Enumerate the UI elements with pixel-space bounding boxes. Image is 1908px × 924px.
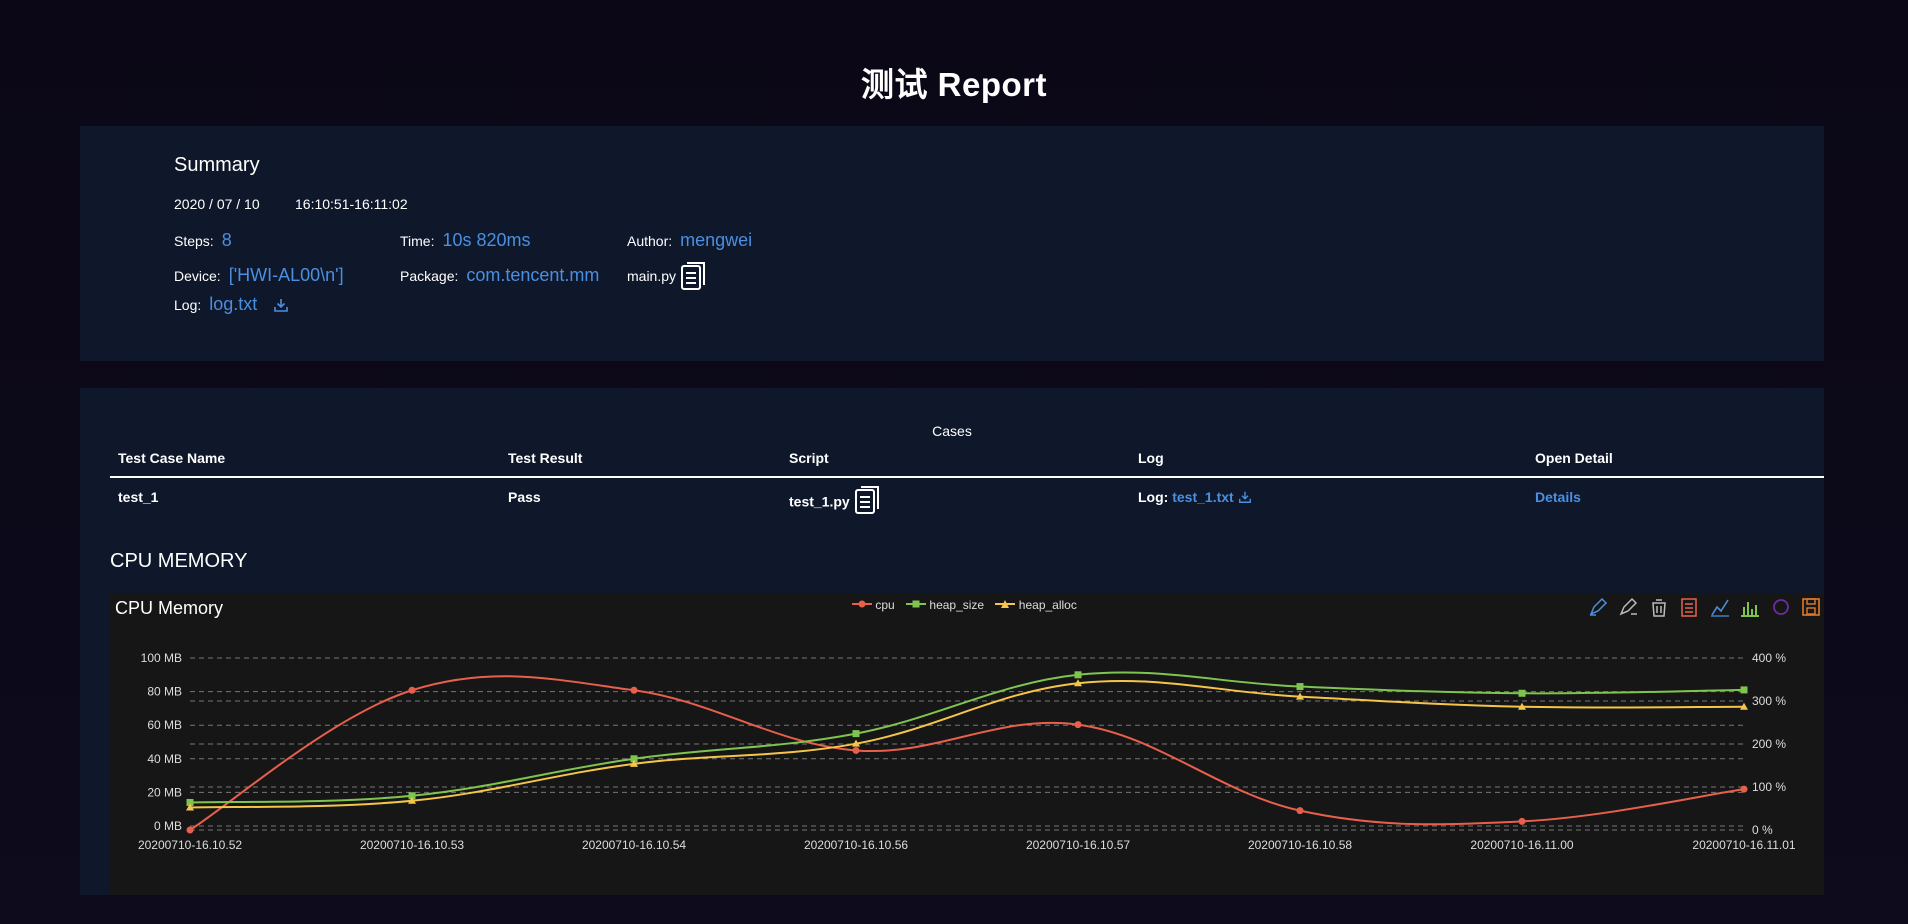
summary-date: 2020 / 07 / 10 bbox=[174, 196, 260, 212]
device-label: Device: bbox=[174, 268, 221, 284]
x-axis-tick-label: 20200710-16.10.52 bbox=[138, 838, 242, 852]
header-log: Log bbox=[1138, 450, 1164, 466]
data-point-cpu bbox=[630, 686, 638, 694]
summary-time-range: 16:10:51-16:11:02 bbox=[295, 196, 408, 212]
steps-label: Steps: bbox=[174, 233, 214, 249]
author-field: Author: mengwei bbox=[627, 230, 752, 251]
device-field: Device: ['HWI-AL00\n'] bbox=[174, 265, 344, 286]
author-value: mengwei bbox=[680, 230, 753, 250]
case-log-label: Log: bbox=[1138, 489, 1169, 505]
case-result: Pass bbox=[508, 489, 541, 505]
x-axis-tick-label: 20200710-16.10.56 bbox=[804, 838, 908, 852]
header-script: Script bbox=[789, 450, 829, 466]
data-point-cpu bbox=[408, 686, 416, 694]
case-log-link[interactable]: test_1.txt bbox=[1172, 489, 1233, 505]
series-line-cpu bbox=[189, 675, 1745, 831]
data-point-cpu bbox=[1074, 721, 1082, 729]
summary-panel: Summary 2020 / 07 / 10 16:10:51-16:11:02… bbox=[80, 126, 1824, 361]
data-point-heap-size bbox=[852, 730, 860, 738]
package-field: Package: com.tencent.mm bbox=[400, 265, 599, 286]
x-axis-tick-label: 20200710-16.10.58 bbox=[1248, 838, 1352, 852]
data-point-cpu bbox=[1518, 817, 1526, 825]
y-axis-tick-label-right: 200 % bbox=[1752, 737, 1786, 751]
y-axis-tick-label-right: 400 % bbox=[1752, 651, 1786, 665]
x-axis-tick-label: 20200710-16.10.57 bbox=[1026, 838, 1130, 852]
header-test-result: Test Result bbox=[508, 450, 583, 466]
time-field: Time: 10s 820ms bbox=[400, 230, 531, 251]
log-label: Log: bbox=[174, 297, 202, 313]
case-details-link[interactable]: Details bbox=[1535, 489, 1581, 505]
cases-caption: Cases bbox=[932, 423, 972, 439]
x-axis-tick-label: 20200710-16.11.00 bbox=[1470, 838, 1574, 852]
steps-value: 8 bbox=[221, 230, 232, 250]
case-script: test_1.py bbox=[789, 485, 882, 518]
y-axis-tick-label-right: 100 % bbox=[1752, 780, 1786, 794]
header-open-detail: Open Detail bbox=[1535, 450, 1613, 466]
main-script-field: main.py bbox=[627, 261, 708, 294]
time-label: Time: bbox=[400, 233, 435, 249]
y-axis-tick-label-left: 80 MB bbox=[147, 685, 182, 699]
summary-title: Summary bbox=[174, 154, 260, 176]
document-icon[interactable] bbox=[680, 261, 708, 294]
log-link[interactable]: log.txt bbox=[209, 294, 257, 314]
chart-plot-area: 0 MB 20 MB 40 MB 60 MB 80 MB 100 MB 0 % 100 % 20… bbox=[138, 651, 1796, 852]
y-axis-tick-label-left: 60 MB bbox=[147, 718, 182, 732]
data-point-heap-size bbox=[1296, 683, 1304, 691]
main-script-name: main.py bbox=[627, 268, 677, 285]
section-title-cpu-memory: CPU MEMORY bbox=[110, 550, 248, 572]
y-axis-tick-label-left: 100 MB bbox=[141, 651, 182, 665]
y-axis-tick-label-left: 0 MB bbox=[154, 819, 182, 833]
page-title: 测试 Report bbox=[861, 66, 1047, 103]
x-axis-tick-label: 20200710-16.10.54 bbox=[582, 838, 686, 852]
header-test-case-name: Test Case Name bbox=[118, 450, 226, 466]
data-point-cpu bbox=[852, 746, 860, 754]
download-icon[interactable] bbox=[273, 297, 289, 316]
details-link-text[interactable]: Details bbox=[1535, 489, 1581, 505]
table-header-divider bbox=[110, 476, 1824, 478]
document-icon[interactable] bbox=[854, 485, 882, 518]
cases-panel: Cases Test Case Name Test Result Script … bbox=[80, 388, 1824, 895]
cpu-memory-chart: CPU Memory cpu heap_size heap_alloc 0 MB… bbox=[110, 594, 1824, 895]
case-name: test_1 bbox=[118, 489, 159, 505]
author-label: Author: bbox=[627, 233, 673, 249]
device-value: ['HWI-AL00\n'] bbox=[228, 265, 344, 285]
data-point-heap-size bbox=[1074, 671, 1082, 679]
download-icon[interactable] bbox=[1238, 490, 1252, 507]
log-field: Log: log.txt bbox=[174, 294, 289, 316]
y-axis-tick-label-left: 20 MB bbox=[147, 785, 182, 799]
case-log: Log: test_1.txt bbox=[1138, 489, 1252, 507]
steps-field: Steps: 8 bbox=[174, 230, 232, 251]
x-axis-tick-label: 20200710-16.10.53 bbox=[360, 838, 464, 852]
package-value: com.tencent.mm bbox=[466, 265, 600, 285]
time-value: 10s 820ms bbox=[442, 230, 531, 250]
data-point-cpu bbox=[1740, 785, 1748, 793]
data-point-cpu bbox=[186, 826, 194, 834]
y-axis-tick-label-right: 0 % bbox=[1752, 823, 1773, 837]
data-point-cpu bbox=[1296, 807, 1304, 815]
y-axis-tick-label-right: 300 % bbox=[1752, 694, 1786, 708]
data-point-heap-size bbox=[1518, 689, 1526, 697]
data-point-heap-size bbox=[1740, 686, 1748, 694]
x-axis-tick-label: 20200710-16.11.01 bbox=[1692, 838, 1796, 852]
y-axis-tick-label-left: 40 MB bbox=[147, 752, 182, 766]
package-label: Package: bbox=[400, 268, 459, 284]
case-script-name: test_1.py bbox=[789, 493, 850, 510]
